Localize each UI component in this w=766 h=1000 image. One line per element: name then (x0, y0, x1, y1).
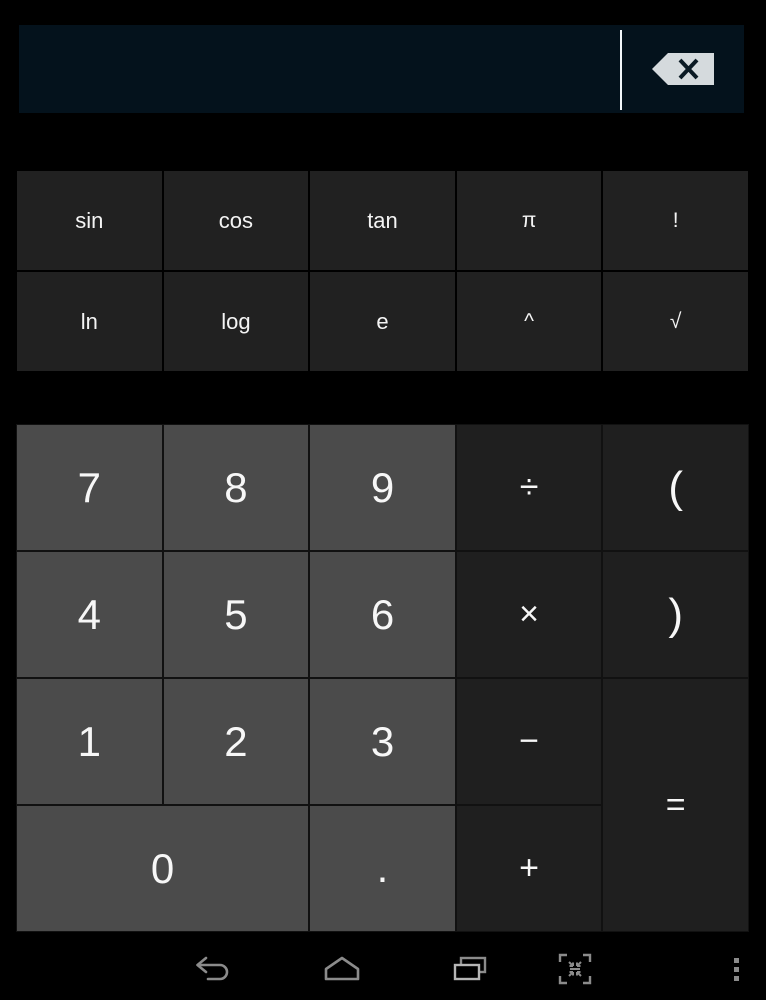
menu-dot (733, 966, 739, 972)
fit-to-screen-icon (558, 953, 592, 985)
minus-key[interactable]: − (455, 678, 603, 805)
digit-2-key[interactable]: 2 (162, 678, 310, 805)
back-icon (196, 956, 229, 981)
digit-4-key[interactable]: 4 (16, 551, 163, 678)
digit-9-key[interactable]: 9 (309, 424, 456, 551)
function-keypad: sin cos tan π ! ln log e ^ √ (16, 170, 749, 372)
nav-home-button[interactable] (310, 938, 374, 1000)
system-navigation-bar (0, 938, 766, 1000)
nav-back-button[interactable] (182, 938, 246, 1000)
backspace-button[interactable] (652, 53, 714, 85)
nav-fit-to-screen-button[interactable] (543, 938, 607, 1000)
display-actions (622, 25, 744, 113)
calculator-app: sin cos tan π ! ln log e ^ √ 7 8 9 ÷ ( 4… (0, 0, 766, 1000)
calculator-display[interactable] (19, 25, 744, 113)
digit-3-key[interactable]: 3 (309, 678, 456, 805)
numeric-keypad: 7 8 9 ÷ ( 4 5 6 × ) 1 2 3 − = 0 . + (16, 424, 749, 932)
multiply-key[interactable]: × (455, 551, 603, 678)
home-icon (324, 956, 360, 981)
overflow-menu-icon (733, 957, 739, 981)
backspace-icon (652, 53, 714, 85)
log-key[interactable]: log (162, 271, 310, 372)
tan-key[interactable]: tan (309, 170, 456, 271)
display-formula[interactable] (19, 25, 622, 113)
cos-key[interactable]: cos (162, 170, 310, 271)
digit-8-key[interactable]: 8 (162, 424, 310, 551)
digit-0-key[interactable]: 0 (16, 805, 310, 932)
sin-key[interactable]: sin (16, 170, 163, 271)
menu-dot (733, 975, 739, 981)
factorial-key[interactable]: ! (602, 170, 749, 271)
equals-key[interactable]: = (602, 678, 749, 932)
divide-key[interactable]: ÷ (455, 424, 603, 551)
text-caret (620, 30, 622, 110)
digit-5-key[interactable]: 5 (162, 551, 310, 678)
pi-key[interactable]: π (455, 170, 603, 271)
nav-overflow-menu-button[interactable] (709, 938, 763, 1000)
nav-recents-button[interactable] (439, 938, 503, 1000)
ln-key[interactable]: ln (16, 271, 163, 372)
sqrt-key[interactable]: √ (602, 271, 749, 372)
power-key[interactable]: ^ (455, 271, 603, 372)
recents-icon (453, 956, 487, 981)
e-key[interactable]: e (309, 271, 456, 372)
plus-key[interactable]: + (455, 805, 603, 932)
digit-7-key[interactable]: 7 (16, 424, 163, 551)
digit-1-key[interactable]: 1 (16, 678, 163, 805)
close-paren-key[interactable]: ) (602, 551, 749, 678)
open-paren-key[interactable]: ( (602, 424, 749, 551)
digit-6-key[interactable]: 6 (309, 551, 456, 678)
menu-dot (733, 957, 739, 963)
decimal-key[interactable]: . (309, 805, 456, 932)
